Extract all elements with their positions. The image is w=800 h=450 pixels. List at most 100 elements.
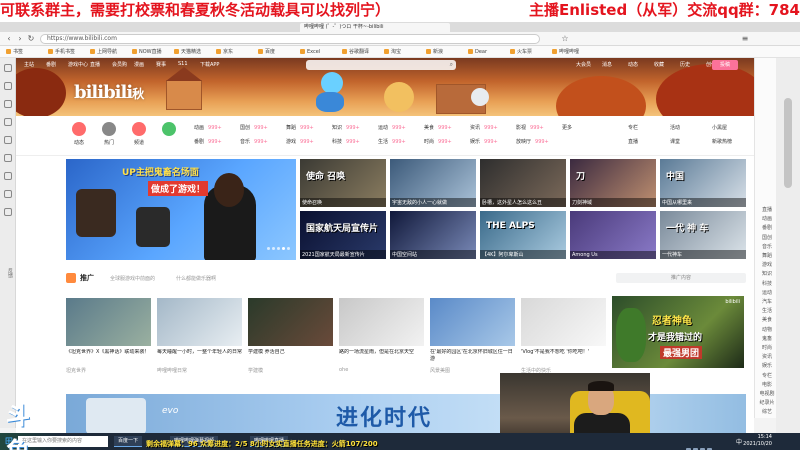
top-nav-item[interactable]: 漫画 bbox=[134, 61, 144, 68]
promo-card-title[interactable]: 路的一场流星雨，但是在北京天空 bbox=[339, 349, 424, 363]
rail-favorites-icon[interactable] bbox=[4, 64, 12, 72]
channel-side-item[interactable]: 资讯 bbox=[758, 353, 776, 360]
channel-side-item[interactable]: 生活 bbox=[758, 307, 776, 314]
system-tray[interactable] bbox=[686, 438, 726, 450]
video-tile[interactable]: 国家航天局宣传片 2021国家航天局最新宣传片 bbox=[300, 211, 386, 259]
channel-side-item[interactable]: 电影 bbox=[758, 381, 776, 388]
bookmark-item[interactable]: 淘宝 bbox=[384, 48, 401, 56]
forward-icon[interactable]: › bbox=[15, 34, 25, 44]
rail-tool-icon[interactable] bbox=[4, 190, 12, 198]
quick-link[interactable]: 课堂 bbox=[670, 138, 680, 145]
promo-right-tab[interactable]: 推广内容 bbox=[616, 273, 746, 283]
category-link[interactable]: 放映厅 999+ bbox=[516, 138, 549, 145]
category-link[interactable]: 番剧 999+ bbox=[194, 138, 222, 145]
category-link[interactable]: 科技 999+ bbox=[332, 138, 360, 145]
channel-side-item[interactable]: 知识 bbox=[758, 270, 776, 277]
category-link[interactable]: 音乐 999+ bbox=[240, 138, 268, 145]
video-tile[interactable]: 使命 召唤 使命召唤 bbox=[300, 159, 386, 207]
bookmark-item[interactable]: 天猫精选 bbox=[174, 48, 201, 56]
rail-note-icon[interactable] bbox=[4, 118, 12, 126]
refresh-icon[interactable]: ↻ bbox=[26, 34, 36, 44]
channel-side-item[interactable]: 鬼畜 bbox=[758, 335, 776, 342]
bilibili-logo[interactable]: bilibili秋 bbox=[74, 82, 144, 103]
promo-card-thumbnail[interactable] bbox=[521, 298, 606, 346]
rail-history-icon[interactable] bbox=[4, 82, 12, 90]
quick-link[interactable]: 专栏 bbox=[628, 124, 638, 131]
top-nav-item[interactable]: S11 bbox=[178, 61, 188, 67]
bookmark-item[interactable]: 哔哩哔哩 bbox=[552, 48, 579, 56]
category-link[interactable]: 舞蹈 999+ bbox=[286, 124, 314, 131]
bookmark-item[interactable]: 手机书签 bbox=[48, 48, 75, 56]
promo-card-title[interactable]: 'Vlog'不是我不想吃 '你吃吧！' bbox=[521, 349, 606, 363]
promo-card-title[interactable]: 《坦克世界》X《黑神话》联动来袭！ bbox=[66, 349, 151, 363]
video-tile[interactable]: 卧槽，这外星人怎么这么丑 bbox=[480, 159, 566, 207]
channel-side-item[interactable]: 汽车 bbox=[758, 298, 776, 305]
feedback-label[interactable]: 反馈 bbox=[2, 268, 14, 278]
bookmark-item[interactable]: 新浪 bbox=[426, 48, 443, 56]
user-nav-item[interactable]: 消息 bbox=[602, 61, 612, 68]
category-link[interactable]: 时尚 999+ bbox=[424, 138, 452, 145]
category-link[interactable]: 美食 999+ bbox=[424, 124, 452, 131]
promo-card-title[interactable]: 学建模 养活自己 bbox=[248, 349, 333, 363]
video-tile[interactable]: THE ALPS 【4K】阿尔卑斯山 bbox=[480, 211, 566, 259]
hero-carousel[interactable]: UP主把鬼畜名场面 做成了游戏！ bbox=[66, 159, 296, 260]
promo-card-uploader[interactable]: 学建模 bbox=[248, 367, 333, 374]
promo-card[interactable]: 'Vlog'不是我不想吃 '你吃吧！' 生活中的快乐 bbox=[521, 298, 606, 374]
search-input[interactable]: ⌕ bbox=[306, 60, 456, 70]
channel-side-item[interactable]: 舞蹈 bbox=[758, 252, 776, 259]
video-tile[interactable]: 刀刀剑神域 bbox=[570, 159, 656, 207]
browser-tab-active[interactable]: 哔哩哔哩 (゜-゜)つロ 干杯~-bilibili bbox=[300, 23, 450, 32]
bookmark-item[interactable]: 百度 bbox=[258, 48, 275, 56]
promo-card[interactable]: 在'最好的园区'在北京怀旧城区住一日游 风景美图 bbox=[430, 298, 515, 374]
star-icon[interactable]: ☆ bbox=[560, 34, 570, 44]
taskbar-clock[interactable]: 15:14 2021/10/20 bbox=[743, 434, 772, 448]
rail-phone-icon[interactable] bbox=[4, 208, 12, 216]
promo-card-thumbnail[interactable] bbox=[430, 298, 515, 346]
bookmark-item[interactable]: 上网导航 bbox=[90, 48, 117, 56]
category-link[interactable]: 运动 999+ bbox=[378, 124, 406, 131]
channel-side-item[interactable]: 美食 bbox=[758, 316, 776, 323]
channel-side-item[interactable]: 时尚 bbox=[758, 344, 776, 351]
channel-side-item[interactable]: 娱乐 bbox=[758, 362, 776, 369]
quick-link[interactable]: 活动 bbox=[670, 124, 680, 131]
channel-side-item[interactable]: 番剧 bbox=[758, 224, 776, 231]
category-link[interactable]: 娱乐 999+ bbox=[470, 138, 498, 145]
top-nav-item[interactable]: 直播 bbox=[90, 61, 100, 68]
promo-card[interactable]: 学建模 养活自己学建模 bbox=[248, 298, 333, 374]
promo-card-thumbnail[interactable] bbox=[339, 298, 424, 346]
category-link[interactable]: 影视 999+ bbox=[516, 124, 544, 131]
channel-side-item[interactable]: 直播 bbox=[758, 206, 776, 213]
quick-link[interactable]: 直播 bbox=[628, 138, 638, 145]
search-icon[interactable]: ⌕ bbox=[450, 61, 453, 69]
carousel-dots[interactable] bbox=[265, 235, 290, 254]
top-nav-item[interactable]: 下载APP bbox=[200, 61, 219, 68]
bookmark-item[interactable]: 火车票 bbox=[510, 48, 532, 56]
channel-side-item[interactable]: 运动 bbox=[758, 289, 776, 296]
channel-side-item[interactable]: 国创 bbox=[758, 234, 776, 241]
channel-side-item[interactable]: 动物 bbox=[758, 326, 776, 333]
menu-icon[interactable]: ≡ bbox=[740, 34, 750, 44]
upload-button[interactable]: 投稿 bbox=[712, 60, 738, 70]
user-nav-item[interactable]: 大会员 bbox=[576, 61, 591, 68]
top-nav-item[interactable]: 赛事 bbox=[156, 61, 166, 68]
promo-link[interactable]: 全球服游戏中前面的 bbox=[110, 275, 155, 282]
top-nav-item[interactable]: 主站 bbox=[24, 61, 34, 68]
category-circle-label[interactable]: 热门 bbox=[99, 139, 119, 146]
category-circle-icon[interactable] bbox=[102, 122, 116, 136]
promo-card-uploader[interactable]: 哔哩哔哩日常 bbox=[157, 367, 242, 374]
taskbar-app-button[interactable]: 百度一下 bbox=[114, 436, 143, 447]
category-circle-icon[interactable] bbox=[132, 122, 146, 136]
category-circle-label[interactable]: 频道 bbox=[129, 139, 149, 146]
scrollbar[interactable] bbox=[776, 58, 800, 433]
channel-side-item[interactable]: 综艺 bbox=[758, 408, 776, 415]
category-link[interactable]: 知识 999+ bbox=[332, 124, 360, 131]
category-circle-icon[interactable] bbox=[72, 122, 86, 136]
promo-card[interactable]: 《坦克世界》X《黑神话》联动来袭！ 坦克世界 bbox=[66, 298, 151, 374]
video-tile[interactable]: 中国空间站 bbox=[390, 211, 476, 259]
promo-card[interactable]: 路的一场流星雨，但是在北京天空 ohe bbox=[339, 298, 424, 373]
category-link[interactable]: 更多 bbox=[562, 124, 576, 131]
channel-side-item[interactable]: 游戏 bbox=[758, 261, 776, 268]
promo-card-thumbnail[interactable] bbox=[157, 298, 242, 346]
category-circle-icon[interactable] bbox=[162, 122, 176, 136]
bookmark-item[interactable]: 京东 bbox=[216, 48, 233, 56]
